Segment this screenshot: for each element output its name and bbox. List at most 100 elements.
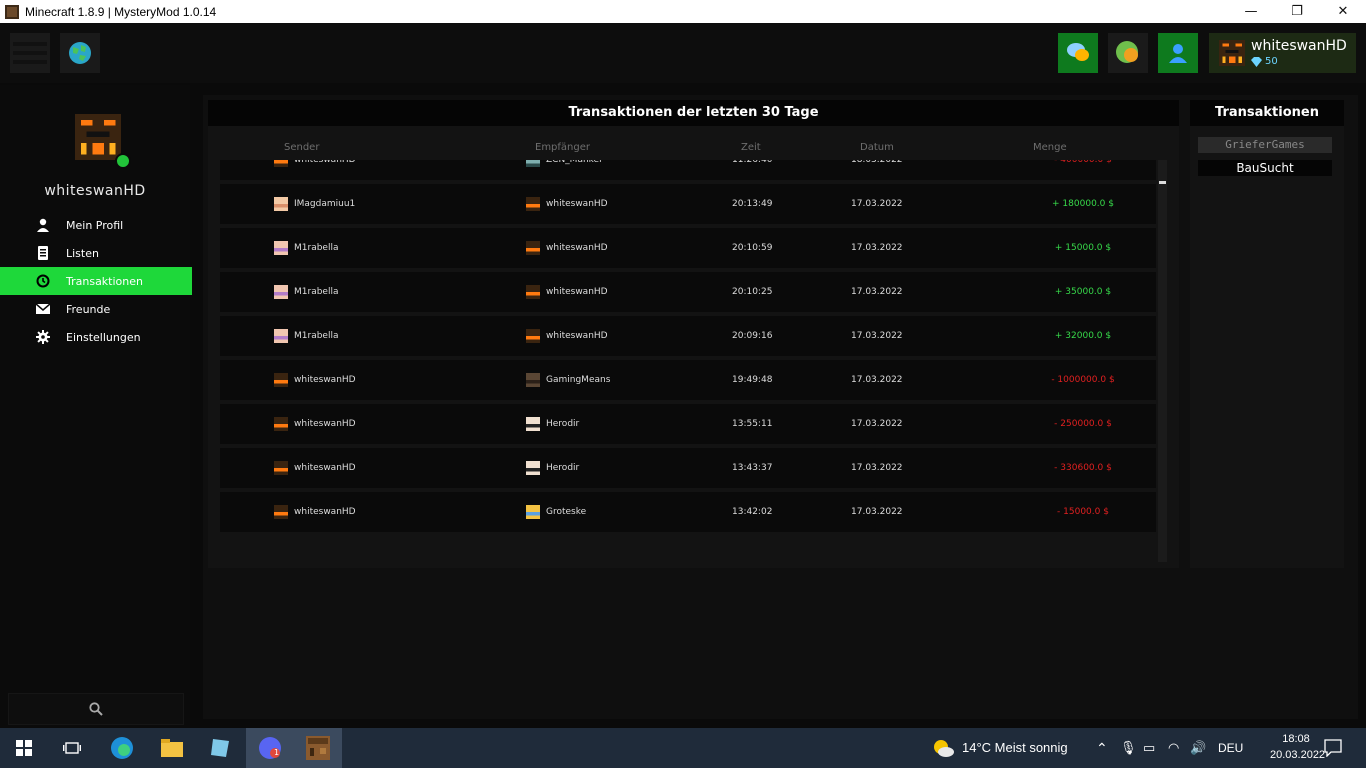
player-head-icon: [526, 505, 540, 519]
sidebar-search[interactable]: [8, 693, 184, 725]
player-head-icon: [274, 285, 288, 299]
menu-button[interactable]: [10, 33, 50, 73]
sidebar-item-label: Einstellungen: [66, 330, 141, 344]
sender-name: M1rabella: [294, 287, 339, 297]
transaction-time: 20:09:16: [732, 331, 773, 341]
server-option-bausucht[interactable]: BauSucht: [1198, 160, 1332, 176]
sidebar-item-label: Listen: [66, 246, 99, 260]
table-row: M1rabella whiteswanHD 20:10:25 17.03.2022 + …: [220, 272, 1156, 312]
player-head-icon: [526, 160, 540, 167]
receiver-name: whiteswanHD: [546, 199, 608, 209]
task-view-button[interactable]: [48, 728, 96, 768]
table-row: M1rabella whiteswanHD 20:10:59 17.03.2022 + …: [220, 228, 1156, 268]
weather-text[interactable]: 14°C Meist sonnig: [962, 728, 1068, 768]
discord-button[interactable]: 1: [246, 728, 294, 768]
notes-button[interactable]: [196, 728, 244, 768]
main-content: Transaktionen der letzten 30 Tage Sender…: [203, 95, 1358, 719]
window-controls: — ❐ ✕: [1228, 0, 1366, 23]
explorer-button[interactable]: [148, 728, 196, 768]
close-button[interactable]: ✕: [1320, 0, 1366, 23]
transaction-date: 17.03.2022: [851, 463, 903, 473]
chevron-up-icon[interactable]: ⌃: [1096, 728, 1108, 768]
sidebar-username: whiteswanHD: [44, 183, 146, 199]
table-row: whiteswanHD Herodir 13:43:37 17.03.2022 - 33…: [220, 448, 1156, 488]
receiver-name: Herodir: [546, 419, 580, 429]
window-titlebar: Minecraft 1.8.9 | MysteryMod 1.0.14 — ❐ …: [0, 0, 1366, 23]
diamond-icon: [1251, 56, 1262, 67]
transactions-panel: Transaktionen der letzten 30 Tage Sender…: [208, 100, 1179, 568]
table-row: whiteswanHD Groteske 13:42:02 17.03.2022 - 1…: [220, 492, 1156, 532]
sidebar-item-transaktionen[interactable]: Transaktionen: [0, 267, 192, 295]
table-row: whiteswanHD Herodir 13:55:11 17.03.2022 - 25…: [220, 404, 1156, 444]
start-button[interactable]: [0, 728, 48, 768]
system-clock[interactable]: 18:08 20.03.2022: [1270, 731, 1325, 763]
player-head-icon: [274, 329, 288, 343]
column-header-time: Zeit: [741, 142, 761, 153]
wifi-icon[interactable]: ◠: [1168, 728, 1179, 768]
table-header: Sender Empfänger Zeit Datum Menge: [220, 142, 1160, 156]
receiver-name: GamingMeans: [546, 375, 611, 385]
scrollbar-thumb[interactable]: [1159, 181, 1166, 184]
app-window: whiteswanHD 50 whiteswanHD Mein Profil L…: [0, 23, 1366, 728]
coins-icon: [1116, 41, 1138, 63]
transaction-date: 17.03.2022: [851, 243, 903, 253]
profile-button[interactable]: [1158, 33, 1198, 73]
sidebar-item-einstellungen[interactable]: Einstellungen: [0, 323, 192, 351]
notification-icon: [1324, 739, 1342, 757]
transaction-date: 17.03.2022: [851, 331, 903, 341]
scrollbar[interactable]: [1158, 160, 1167, 562]
transaction-time: 13:43:37: [732, 463, 773, 473]
search-icon: [89, 702, 103, 716]
transactions-table: whiteswanHD ZCN_Manker 11:26:40 18.03.2022 -…: [220, 160, 1156, 562]
transaction-time: 19:49:48: [732, 375, 773, 385]
transaction-amount: - 250000.0 $: [1054, 419, 1112, 429]
minimize-button[interactable]: —: [1228, 0, 1274, 23]
minecraft-taskbar-button[interactable]: [294, 728, 342, 768]
avatar: [1219, 40, 1245, 66]
player-head-icon: [274, 505, 288, 519]
receiver-name: ZCN_Manker: [546, 160, 603, 165]
player-head-icon: [526, 329, 540, 343]
top-bar: whiteswanHD 50: [0, 23, 1366, 83]
sidebar-nav: Mein Profil Listen Transaktionen Freunde…: [0, 211, 192, 351]
folder-icon: [161, 739, 183, 757]
transaction-date: 17.03.2022: [851, 507, 903, 517]
sender-name: whiteswanHD: [294, 507, 356, 517]
battery-icon[interactable]: ▭: [1143, 728, 1155, 768]
sidebar-item-listen[interactable]: Listen: [0, 239, 192, 267]
globe-icon[interactable]: [60, 33, 100, 73]
coin-balance: 50: [1251, 56, 1278, 67]
window-title: Minecraft 1.8.9 | MysteryMod 1.0.14: [25, 4, 217, 19]
minecraft-icon: [5, 4, 19, 19]
windows-icon: [16, 740, 32, 756]
chat-button[interactable]: [1058, 33, 1098, 73]
weather-icon: [934, 740, 954, 757]
sidebar-item-mein-profil[interactable]: Mein Profil: [0, 211, 192, 239]
transactions-icon: [36, 274, 50, 288]
server-option-griefergames[interactable]: GrieferGames: [1198, 137, 1332, 153]
sidebar-item-freunde[interactable]: Freunde: [0, 295, 192, 323]
language-indicator[interactable]: DEU: [1218, 728, 1243, 768]
table-row: whiteswanHD GamingMeans 19:49:48 17.03.2022…: [220, 360, 1156, 400]
edge-button[interactable]: [98, 728, 146, 768]
maximize-button[interactable]: ❐: [1274, 0, 1320, 23]
transaction-amount: + 32000.0 $: [1054, 331, 1112, 341]
person-icon: [1169, 44, 1187, 63]
transaction-amount: + 15000.0 $: [1054, 243, 1112, 253]
receiver-name: whiteswanHD: [546, 331, 608, 341]
task-view-icon: [63, 742, 81, 754]
user-box[interactable]: whiteswanHD 50: [1209, 33, 1356, 73]
transaction-date: 17.03.2022: [851, 287, 903, 297]
microphone-icon[interactable]: 🎙: [1120, 728, 1137, 768]
receiver-name: Groteske: [546, 507, 587, 517]
coins-button[interactable]: [1108, 33, 1148, 73]
transaction-amount: - 1000000.0 $: [1051, 375, 1115, 385]
transaction-date: 18.03.2022: [851, 160, 903, 165]
online-status-icon: [115, 153, 131, 169]
receiver-name: Herodir: [546, 463, 580, 473]
sender-name: whiteswanHD: [294, 419, 356, 429]
transaction-date: 17.03.2022: [851, 419, 903, 429]
transaction-date: 17.03.2022: [851, 199, 903, 209]
volume-icon[interactable]: 🔊: [1190, 728, 1206, 768]
receiver-name: whiteswanHD: [546, 243, 608, 253]
